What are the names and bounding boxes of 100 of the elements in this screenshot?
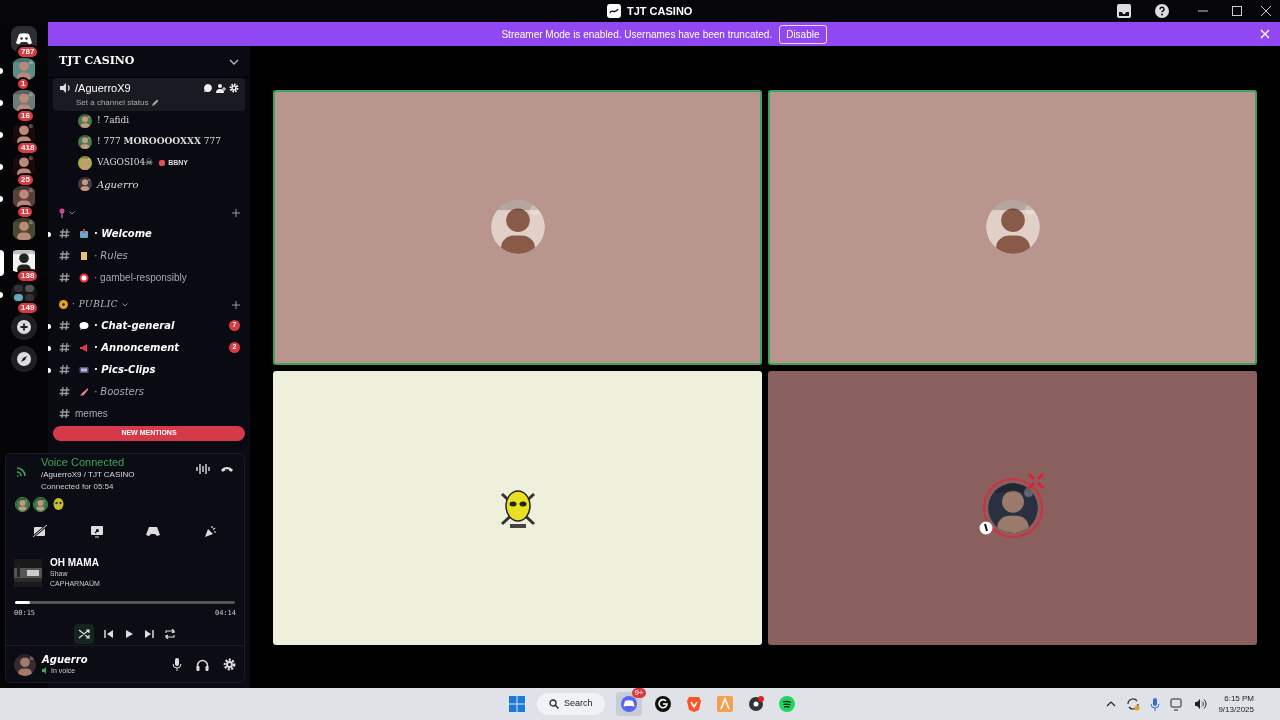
volume-icon[interactable] (1194, 697, 1209, 711)
user-name[interactable]: Aguerro (42, 653, 88, 666)
clock[interactable]: 6:15 PM 9/13/2025 (1218, 693, 1254, 715)
previous-icon[interactable] (104, 628, 114, 639)
voice-member-row[interactable]: ! 7afidi (48, 110, 250, 132)
chevron-down-icon (69, 210, 75, 215)
channel-name: · Rules (94, 249, 128, 263)
microphone-icon[interactable] (172, 658, 182, 672)
unread-count-badge: 149 (16, 301, 40, 315)
headphones-icon[interactable] (196, 658, 209, 671)
channel-row[interactable]: memes (48, 402, 250, 425)
channel-name: · Annoncement (94, 341, 180, 355)
video-tile[interactable] (768, 370, 1257, 645)
server-icon (607, 4, 621, 19)
plus-icon[interactable] (232, 208, 240, 217)
music-app-icon[interactable] (778, 696, 795, 712)
member-name: VAGOSI04☠ (97, 156, 154, 170)
hash-icon (59, 228, 70, 239)
skull-mask-icon[interactable] (51, 497, 66, 512)
server-folder[interactable] (11, 282, 37, 304)
search-icon (549, 699, 559, 709)
g-logo-icon[interactable] (654, 696, 671, 712)
controller-logo-icon[interactable] (16, 33, 32, 45)
participant-avatar[interactable] (15, 497, 30, 512)
track-title: OH MAMA (50, 557, 100, 569)
close-icon[interactable] (1260, 5, 1272, 17)
sound-wave-icon[interactable] (196, 463, 210, 475)
gamepad-icon[interactable] (146, 525, 161, 537)
banner-message: Streamer Mode is enabled. Usernames have been truncated. (501, 27, 773, 42)
connection-duration: Connected for 05:54 (41, 481, 115, 493)
voice-channel-row[interactable]: /AguerroX9 Set a channel status (53, 78, 245, 111)
hash-icon (59, 364, 70, 375)
settings-icon[interactable] (223, 658, 236, 672)
channel-row[interactable]: · Welcome (48, 222, 250, 245)
add-icon[interactable] (17, 320, 31, 334)
channel-name: · gambel-responsibly (94, 271, 187, 285)
clock-date: 9/13/2025 (1218, 704, 1254, 715)
windows-start-icon[interactable] (509, 696, 525, 712)
plus-icon[interactable] (232, 300, 240, 309)
search-field[interactable]: Search (537, 693, 605, 715)
channel-row[interactable]: · Boosters (48, 380, 250, 403)
channel-name: · Welcome (94, 227, 152, 241)
channel-name: · Chat-general (94, 319, 175, 333)
channel-name: /AguerroX9 (75, 81, 131, 96)
signal-icon (16, 465, 28, 477)
voice-channel-path[interactable]: /AguerroX9 / TJT CASINO (41, 469, 135, 481)
scroll-icon (79, 250, 89, 261)
sync-icon[interactable] (1126, 697, 1141, 711)
hash-icon (59, 386, 70, 397)
network-icon[interactable] (1170, 697, 1185, 711)
video-tile[interactable] (273, 90, 762, 365)
record-app-icon[interactable] (747, 696, 764, 712)
compass-icon[interactable] (17, 352, 31, 366)
hash-icon (59, 320, 70, 331)
megaphone-icon (79, 342, 89, 353)
unread-count-badge: 25 (16, 173, 35, 187)
voice-member-row[interactable]: ! 777 MOROOOOXXX 777 (48, 131, 250, 153)
add-people-icon[interactable] (216, 83, 226, 94)
disable-button[interactable]: Disable (779, 24, 827, 44)
chat-bubble-icon[interactable] (203, 83, 213, 94)
repeat-icon[interactable] (164, 628, 176, 639)
channel-name: · Pics-Clips (94, 363, 156, 377)
status-icon (978, 520, 993, 535)
settings-icon[interactable] (229, 83, 239, 94)
video-tile[interactable] (273, 370, 762, 645)
no-entry-icon (79, 272, 89, 283)
channel-row[interactable]: · Pics-Clips (48, 358, 250, 381)
video-tile[interactable] (768, 90, 1257, 365)
channel-row[interactable]: · Rules (48, 244, 250, 267)
connection-status: Voice Connected (41, 455, 126, 469)
unread-count-badge: 138 (16, 269, 40, 283)
anger-icon (1025, 470, 1046, 491)
shuffle-button[interactable] (74, 623, 94, 644)
shuffle-icon (78, 628, 90, 639)
next-icon[interactable] (144, 628, 154, 639)
channel-name: memes (75, 407, 108, 421)
participant-avatar[interactable] (33, 497, 48, 512)
inbox-icon[interactable] (1116, 3, 1132, 19)
play-icon[interactable] (124, 628, 134, 639)
unread-count-badge: 16 (16, 109, 35, 123)
pencil-icon (151, 99, 159, 106)
voice-member-row[interactable]: Aguerro (48, 173, 250, 195)
hash-icon (59, 408, 70, 419)
screen-share-icon[interactable] (89, 525, 104, 538)
channel-status[interactable]: Set a channel status (76, 96, 149, 109)
chevron-up-icon[interactable] (1106, 701, 1117, 707)
soundboard-icon[interactable] (202, 525, 217, 539)
film-icon (79, 364, 89, 375)
camera-off-icon[interactable] (33, 525, 48, 537)
inbox-tray-icon (79, 228, 89, 239)
channel-name: · Boosters (94, 385, 145, 399)
speaker-icon (59, 82, 71, 95)
rocket-icon (79, 386, 89, 397)
progress-track[interactable] (15, 601, 235, 604)
channel-row[interactable]: · gambel-responsibly (48, 266, 250, 289)
unread-count-badge: 418 (16, 141, 40, 155)
member-name: ! 777 MOROOOOXXX 777 (97, 135, 221, 149)
category-header[interactable]: · PUBLIC (48, 294, 250, 315)
help-icon[interactable] (1154, 3, 1170, 19)
maximize-icon[interactable] (1231, 5, 1243, 17)
